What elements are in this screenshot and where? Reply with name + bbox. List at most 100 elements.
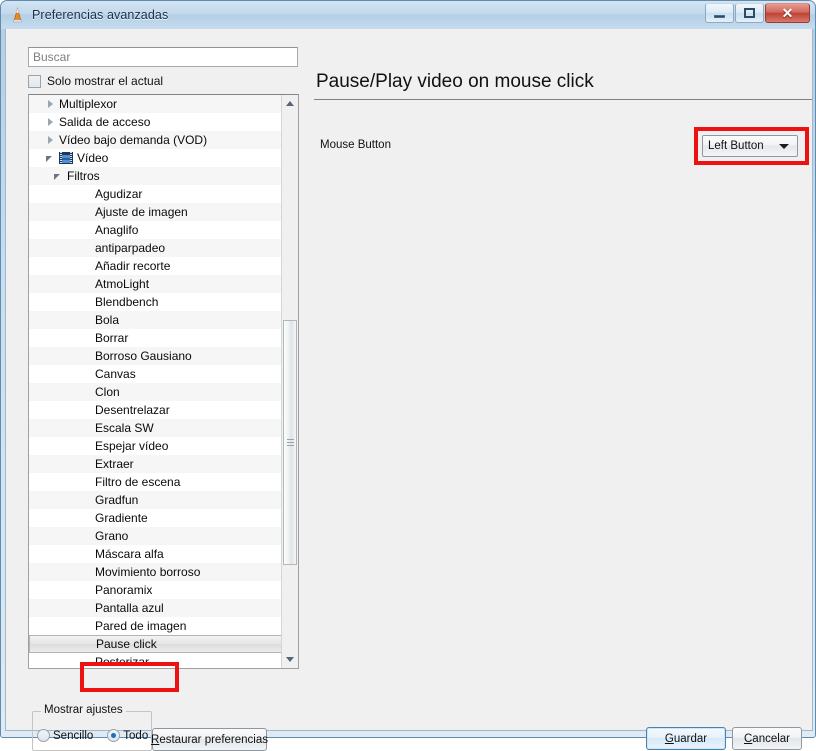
- tree-item[interactable]: Multiplexor: [29, 95, 283, 113]
- tree-item[interactable]: Anaglifo: [29, 221, 283, 239]
- tree-item[interactable]: Filtros: [29, 167, 283, 185]
- tree-item[interactable]: Espejar vídeo: [29, 437, 283, 455]
- tree-expand-triangle-open-icon[interactable]: [45, 152, 57, 164]
- scroll-down-arrow[interactable]: [282, 651, 298, 668]
- preferences-tree[interactable]: Multiplexor Salida de acceso Vídeo bajo de…: [28, 94, 299, 669]
- tree-item[interactable]: Bola: [29, 311, 283, 329]
- mouse-button-dropdown[interactable]: Left Button: [702, 135, 798, 157]
- tree-item-label: Espejar vídeo: [95, 439, 169, 453]
- tree-item-label: Borrar: [95, 331, 129, 345]
- close-icon: ✕: [781, 5, 794, 21]
- tree-item[interactable]: Añadir recorte: [29, 257, 283, 275]
- tree-item-label: Posterizar: [95, 655, 150, 669]
- tree-item[interactable]: Salida de acceso: [29, 113, 283, 131]
- restore-preferences-button[interactable]: Restaurar preferencias: [151, 728, 268, 751]
- tree-expand-triangle-closed-icon[interactable]: [45, 98, 57, 110]
- save-button[interactable]: Guardar: [646, 727, 726, 750]
- tree-expand-triangle-closed-icon[interactable]: [45, 116, 57, 128]
- tree-item[interactable]: Extraer: [29, 455, 283, 473]
- tree-item[interactable]: Clon: [29, 383, 283, 401]
- tree-item[interactable]: Grano: [29, 527, 283, 545]
- tree-item-label: Desentrelazar: [95, 403, 170, 417]
- tree-item[interactable]: Agudizar: [29, 185, 283, 203]
- tree-item-label: Escala SW: [95, 421, 154, 435]
- tree-item[interactable]: Canvas: [29, 365, 283, 383]
- tree-item-label: Grano: [95, 529, 129, 543]
- cancel-mnemonic: C: [743, 732, 753, 745]
- radio-todo-label: Todo: [123, 729, 149, 742]
- search-input[interactable]: [28, 47, 298, 67]
- tree-scrollbar[interactable]: [281, 95, 298, 668]
- restore-preferences-label: estaurar preferencias: [159, 733, 268, 746]
- show-settings-legend: Mostrar ajustes: [41, 704, 126, 716]
- maximize-icon: [744, 8, 755, 18]
- tree-item[interactable]: Filtro de escena: [29, 473, 283, 491]
- restore-mnemonic: R: [151, 733, 160, 746]
- cancel-button-label: ancelar: [752, 732, 791, 745]
- tree-expand-triangle-closed-icon[interactable]: [45, 134, 57, 146]
- tree-item-label: Gradfun: [95, 493, 139, 507]
- tree-item-label: Ajuste de imagen: [95, 205, 188, 219]
- only-current-checkbox-row[interactable]: Solo mostrar el actual: [28, 73, 163, 89]
- tree-item-label: AtmoLight: [95, 277, 150, 291]
- tree-item[interactable]: Borrar: [29, 329, 283, 347]
- tree-item[interactable]: Vídeo bajo demanda (VOD): [29, 131, 283, 149]
- tree-item[interactable]: Desentrelazar: [29, 401, 283, 419]
- tree-item-label: Borroso Gausiano: [95, 349, 192, 363]
- tree-item[interactable]: Borroso Gausiano: [29, 347, 283, 365]
- window-controls: ✕: [705, 3, 810, 23]
- tree-item-label: Bola: [95, 313, 120, 327]
- tree-item-label: Extraer: [95, 457, 134, 471]
- tree-item-label: Filtros: [67, 169, 100, 183]
- maximize-button[interactable]: [735, 3, 764, 23]
- scroll-up-arrow[interactable]: [282, 95, 298, 112]
- minimize-button[interactable]: [705, 3, 734, 23]
- tree-item[interactable]: Panoramix: [29, 581, 283, 599]
- tree-item[interactable]: Gradiente: [29, 509, 283, 527]
- mouse-button-value: Left Button: [708, 140, 764, 152]
- save-mnemonic: G: [664, 732, 674, 745]
- tree-item[interactable]: Blendbench: [29, 293, 283, 311]
- show-settings-radios: Sencillo Todo: [37, 729, 148, 742]
- tree-item[interactable]: Pantalla azul: [29, 599, 283, 617]
- tree-item[interactable]: Movimiento borroso: [29, 563, 283, 581]
- tree-item[interactable]: Escala SW: [29, 419, 283, 437]
- tree-item-label: Multiplexor: [59, 97, 118, 111]
- radio-todo[interactable]: [107, 729, 121, 742]
- tree-item[interactable]: Posterizar: [29, 653, 283, 669]
- title-separator: [314, 99, 812, 100]
- tree-item-label: Máscara alfa: [95, 547, 164, 561]
- tree-item-label: Añadir recorte: [95, 259, 171, 273]
- only-current-checkbox[interactable]: [28, 74, 41, 88]
- chevron-down-icon: [779, 144, 789, 149]
- tree-item-label: Anaglifo: [95, 223, 139, 237]
- tree-item[interactable]: AtmoLight: [29, 275, 283, 293]
- tree-item[interactable]: antiparpadeo: [29, 239, 283, 257]
- tree-expand-triangle-open-icon[interactable]: [53, 170, 65, 182]
- tree-item-label: Clon: [95, 385, 120, 399]
- tree-item-label: Canvas: [95, 367, 136, 381]
- tree-item-label: Vídeo bajo demanda (VOD): [59, 133, 208, 147]
- scrollbar-grip: [287, 438, 294, 447]
- tree-item-selected[interactable]: Pause click: [29, 635, 283, 653]
- tree-item[interactable]: Vídeo: [29, 149, 283, 167]
- radio-sencillo[interactable]: [37, 729, 50, 742]
- save-button-label: uardar: [673, 732, 708, 745]
- cancel-button[interactable]: Cancelar: [732, 727, 802, 750]
- tree-item[interactable]: Máscara alfa: [29, 545, 283, 563]
- tree-item[interactable]: Pared de imagen: [29, 617, 283, 635]
- tree-item[interactable]: Gradfun: [29, 491, 283, 509]
- close-button[interactable]: ✕: [765, 3, 810, 23]
- scrollbar-thumb[interactable]: [283, 320, 297, 565]
- tree-item-label: Salida de acceso: [59, 115, 151, 129]
- tree-item-label: Panoramix: [95, 583, 153, 597]
- title-bar: Preferencias avanzadas ✕: [1, 1, 815, 29]
- mouse-button-label: Mouse Button: [320, 139, 391, 151]
- preferences-window: Preferencias avanzadas ✕ Solo mostrar el…: [0, 0, 816, 751]
- radio-sencillo-label: Sencillo: [53, 729, 94, 742]
- only-current-label: Solo mostrar el actual: [47, 74, 164, 88]
- tree-item[interactable]: Ajuste de imagen: [29, 203, 283, 221]
- filmstrip-icon: [59, 152, 73, 164]
- tree-item-label: Vídeo: [77, 151, 109, 165]
- client-area: Solo mostrar el actual Multiplexor Salida…: [5, 29, 813, 751]
